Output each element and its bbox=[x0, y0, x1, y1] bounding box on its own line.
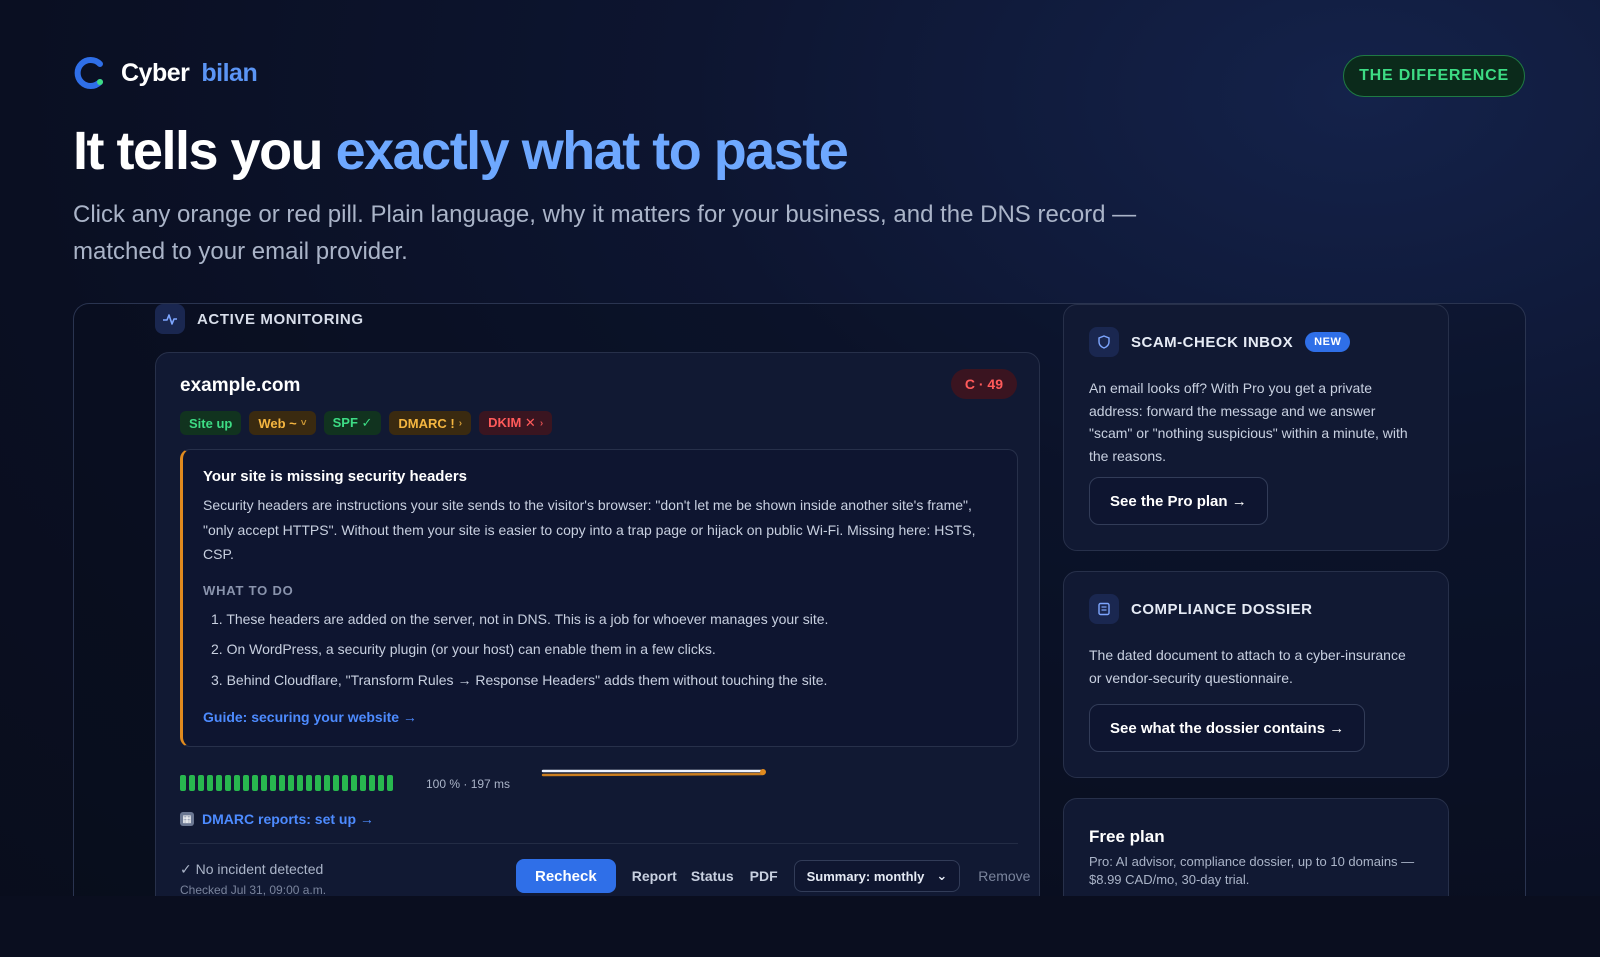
active-monitoring-text: ACTIVE MONITORING bbox=[197, 310, 364, 328]
uptime-bar bbox=[207, 775, 213, 791]
advice-body: Security headers are instructions your s… bbox=[203, 497, 976, 562]
recheck-button[interactable]: Recheck bbox=[516, 859, 616, 893]
uptime-bars bbox=[180, 775, 393, 791]
status-link[interactable]: Status bbox=[691, 868, 734, 884]
step-item: 1. These headers are added on the server… bbox=[211, 610, 829, 627]
pill-dkim[interactable]: DKIM ✕ › bbox=[479, 411, 553, 435]
the-difference-badge: THE DIFFERENCE bbox=[1343, 55, 1525, 97]
checked-timestamp: Checked Jul 31, 09:00 a.m. bbox=[180, 883, 327, 897]
pill-web[interactable]: Web ~ ˅ bbox=[249, 411, 316, 435]
uptime-bar bbox=[234, 775, 240, 791]
what-to-do-steps: 1. These headers are added on the server… bbox=[203, 604, 997, 696]
new-badge: NEW bbox=[1305, 332, 1351, 352]
uptime-bar bbox=[369, 775, 375, 791]
domain-name: example.com bbox=[180, 375, 301, 396]
scam-check-header: SCAM-CHECK INBOX NEW bbox=[1089, 327, 1351, 357]
advice-title: Your site is missing security headers bbox=[203, 468, 467, 485]
uptime-bar bbox=[360, 775, 366, 791]
brand-name-part1: Cyber bbox=[121, 58, 190, 87]
uptime-bar bbox=[189, 775, 195, 791]
scam-check-body: An email looks off? With Pro you get a p… bbox=[1089, 380, 1408, 464]
grade-badge[interactable]: C · 49 bbox=[950, 369, 1017, 399]
pill-site-up-label: Site up bbox=[189, 415, 233, 431]
free-plan-title: Free plan bbox=[1089, 827, 1165, 846]
pill-dmarc[interactable]: DMARC ! › bbox=[389, 411, 472, 435]
uptime-bar bbox=[198, 775, 204, 791]
cyberbilan-logo-icon bbox=[74, 57, 103, 89]
compliance-title: COMPLIANCE DOSSIER bbox=[1131, 600, 1313, 618]
pill-spf[interactable]: SPF ✓ bbox=[323, 411, 382, 435]
pill-spf-label: SPF ✓ bbox=[332, 415, 373, 430]
uptime-bar bbox=[351, 775, 357, 791]
brand[interactable]: Cyber bilan bbox=[73, 56, 258, 90]
card-actions: Recheck Report Status PDF Summary: month… bbox=[516, 859, 1030, 893]
uptime-bar bbox=[252, 775, 258, 791]
uptime-bar bbox=[270, 775, 276, 791]
advice-panel: Your site is missing security headers Se… bbox=[180, 449, 1018, 747]
uptime-bar bbox=[279, 775, 285, 791]
dmarc-reports-label: DMARC reports: set up → bbox=[202, 811, 374, 827]
report-link[interactable]: Report bbox=[632, 868, 677, 884]
free-plan-body: Pro: AI advisor, compliance dossier, up … bbox=[1089, 854, 1415, 887]
document-icon bbox=[1089, 594, 1119, 624]
hero-subtitle: Click any orange or red pill. Plain lang… bbox=[73, 201, 1137, 265]
bottom-fade bbox=[0, 896, 1600, 957]
remove-link[interactable]: Remove bbox=[978, 868, 1030, 884]
brand-name-part2: bilan bbox=[201, 58, 258, 87]
uptime-bar bbox=[378, 775, 384, 791]
uptime-bar bbox=[243, 775, 249, 791]
see-pro-plan-button[interactable]: See the Pro plan → bbox=[1089, 477, 1268, 525]
uptime-bar bbox=[315, 775, 321, 791]
summary-select[interactable]: Summary: monthly ⌄ bbox=[793, 860, 961, 892]
active-monitoring-label: ACTIVE MONITORING bbox=[155, 304, 364, 334]
shield-icon bbox=[1089, 327, 1119, 357]
chevron-down-icon: ⌄ bbox=[936, 868, 948, 883]
pill-dkim-label: DKIM ✕ bbox=[488, 415, 536, 430]
pill-web-label: Web ~ bbox=[258, 415, 297, 431]
step-item: 2. On WordPress, a security plugin (or y… bbox=[211, 641, 716, 657]
scam-check-card: SCAM-CHECK INBOX NEW An email looks off?… bbox=[1063, 304, 1449, 551]
uptime-bar bbox=[333, 775, 339, 791]
compliance-header: COMPLIANCE DOSSIER bbox=[1089, 594, 1313, 624]
pill-site-up[interactable]: Site up bbox=[180, 411, 242, 435]
uptime-bar bbox=[387, 775, 393, 791]
chart-icon: ▦ bbox=[180, 812, 194, 826]
chevron-right-icon: › bbox=[458, 417, 463, 429]
hero-title-highlight: exactly what to paste bbox=[335, 121, 849, 181]
uptime-bar bbox=[342, 775, 348, 791]
scam-check-title: SCAM-CHECK INBOX bbox=[1131, 333, 1294, 351]
response-time-sparkline bbox=[541, 769, 766, 777]
guide-link[interactable]: Guide: securing your website → bbox=[203, 709, 417, 725]
see-dossier-button[interactable]: See what the dossier contains → bbox=[1089, 704, 1366, 752]
pulse-icon bbox=[155, 304, 185, 334]
incident-status: ✓ No incident detected bbox=[180, 861, 324, 877]
uptime-bar bbox=[288, 775, 294, 791]
what-to-do-heading: WHAT TO DO bbox=[203, 582, 294, 598]
hero-title: It tells you exactly what to paste bbox=[73, 120, 849, 182]
uptime-bar bbox=[297, 775, 303, 791]
status-pills: Site up Web ~ ˅ SPF ✓ DMARC ! › DKIM ✕ › bbox=[180, 411, 553, 435]
uptime-text: 100 % · 197 ms bbox=[426, 777, 511, 791]
step-item: 3. Behind Cloudflare, "Transform Rules →… bbox=[211, 671, 828, 688]
dmarc-reports-link[interactable]: ▦ DMARC reports: set up → bbox=[180, 811, 374, 827]
chevron-down-icon: ˅ bbox=[300, 417, 307, 429]
uptime-bar bbox=[324, 775, 330, 791]
uptime-bar bbox=[225, 775, 231, 791]
monitoring-card: example.com C · 49 Site up Web ~ ˅ SPF ✓ … bbox=[155, 352, 1040, 912]
uptime-bar bbox=[306, 775, 312, 791]
divider bbox=[180, 843, 1018, 844]
compliance-body: The dated document to attach to a cyber-… bbox=[1089, 647, 1406, 686]
brand-name: Cyber bilan bbox=[121, 58, 258, 88]
uptime-bar bbox=[180, 775, 186, 791]
summary-select-value: Summary: monthly bbox=[806, 868, 925, 884]
pill-dmarc-label: DMARC ! bbox=[398, 415, 455, 431]
uptime-bar bbox=[261, 775, 267, 791]
uptime-bar bbox=[216, 775, 222, 791]
chevron-right-icon: › bbox=[539, 417, 544, 429]
compliance-dossier-card: COMPLIANCE DOSSIER The dated document to… bbox=[1063, 571, 1449, 778]
pdf-link[interactable]: PDF bbox=[750, 868, 778, 884]
hero-title-part1: It tells you bbox=[73, 121, 336, 181]
